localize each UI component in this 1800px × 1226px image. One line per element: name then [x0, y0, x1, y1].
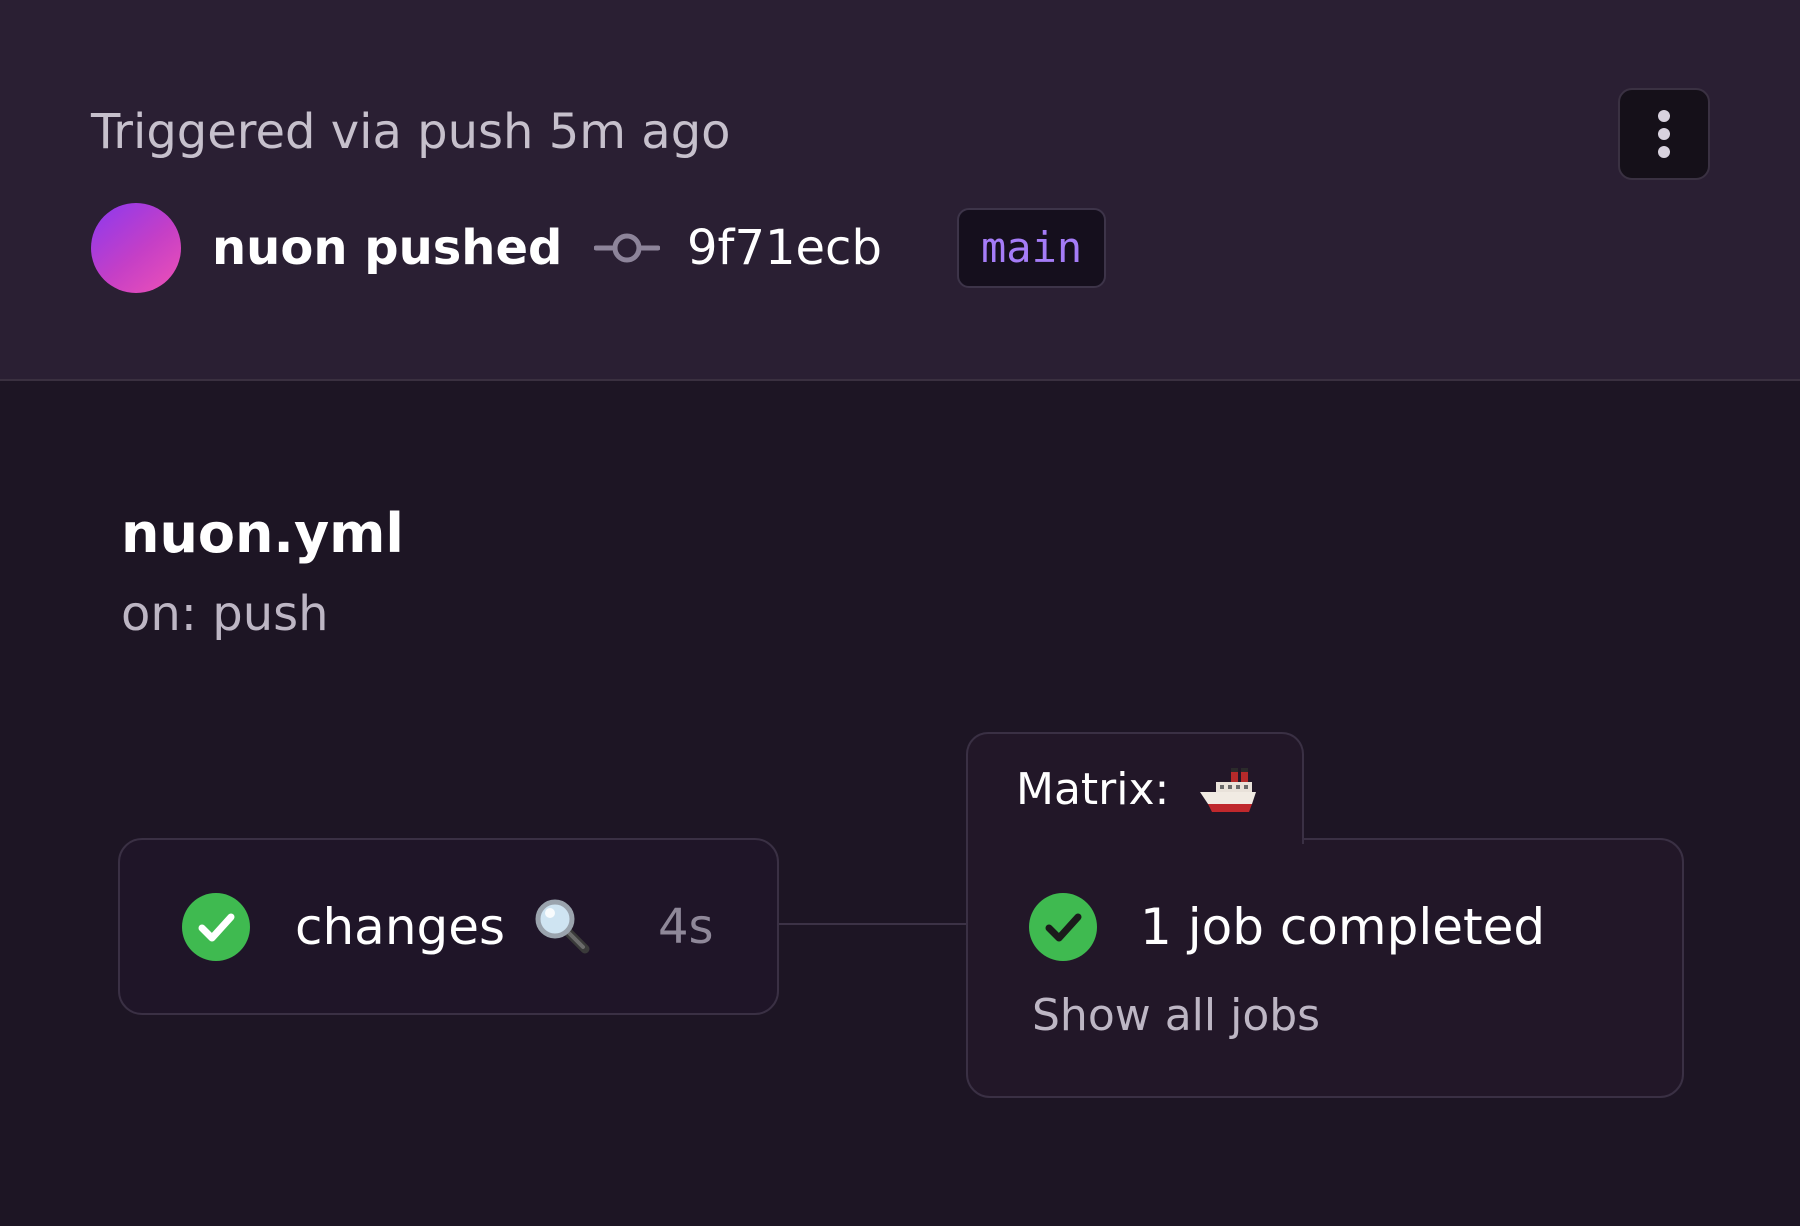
commit-sha[interactable]: 9f71ecb	[687, 216, 882, 280]
ship-icon	[1200, 768, 1256, 812]
matrix-label: Matrix:	[1016, 764, 1170, 815]
job-duration: 4s	[658, 899, 714, 955]
avatar[interactable]	[91, 203, 181, 293]
matrix-status-text: 1 job completed	[1140, 898, 1546, 956]
job-card-changes[interactable]: changes 4s	[118, 838, 779, 1015]
trigger-text: Triggered via push 5m ago	[91, 104, 731, 160]
git-commit-icon	[594, 233, 660, 263]
show-all-jobs-link[interactable]: Show all jobs	[1032, 986, 1320, 1046]
check-circle-icon	[1029, 893, 1097, 961]
matrix-card[interactable]: 1 job completed Show all jobs	[966, 838, 1684, 1098]
check-circle-icon	[182, 893, 250, 961]
workflow-trigger: on: push	[121, 586, 329, 642]
magnifying-glass-icon	[535, 899, 590, 954]
workflow-name: nuon.yml	[121, 502, 404, 565]
workflow-run-page: Triggered via push 5m ago nuon pushed 9f…	[0, 0, 1800, 1226]
matrix-tab: Matrix:	[966, 732, 1304, 844]
branch-badge[interactable]: main	[957, 208, 1107, 288]
kebab-vertical-icon	[1658, 110, 1670, 158]
run-header: Triggered via push 5m ago nuon pushed 9f…	[0, 0, 1800, 381]
job-name: changes	[295, 898, 506, 956]
job-connector	[779, 923, 967, 925]
more-options-button[interactable]	[1618, 88, 1710, 180]
actor-text: nuon pushed	[212, 220, 563, 276]
